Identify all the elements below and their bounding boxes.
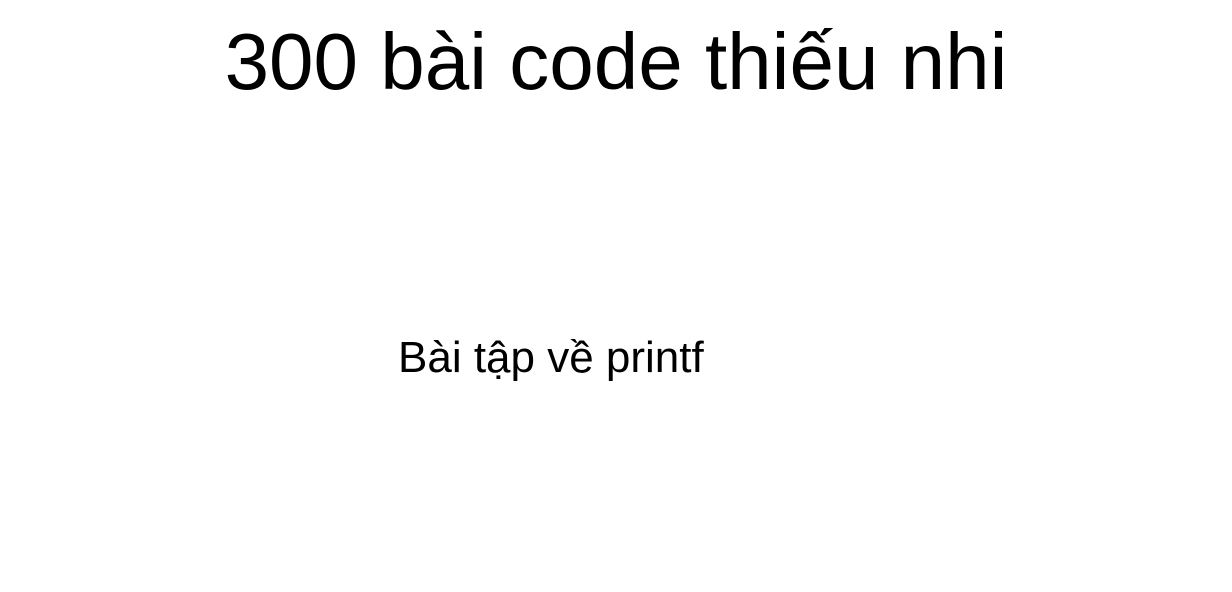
slide-title: 300 bài code thiếu nhi (224, 17, 1008, 106)
slide-subtitle: Bài tập về printf (398, 333, 704, 382)
slide: 300 bài code thiếu nhi Bài tập về printf (0, 0, 1232, 592)
